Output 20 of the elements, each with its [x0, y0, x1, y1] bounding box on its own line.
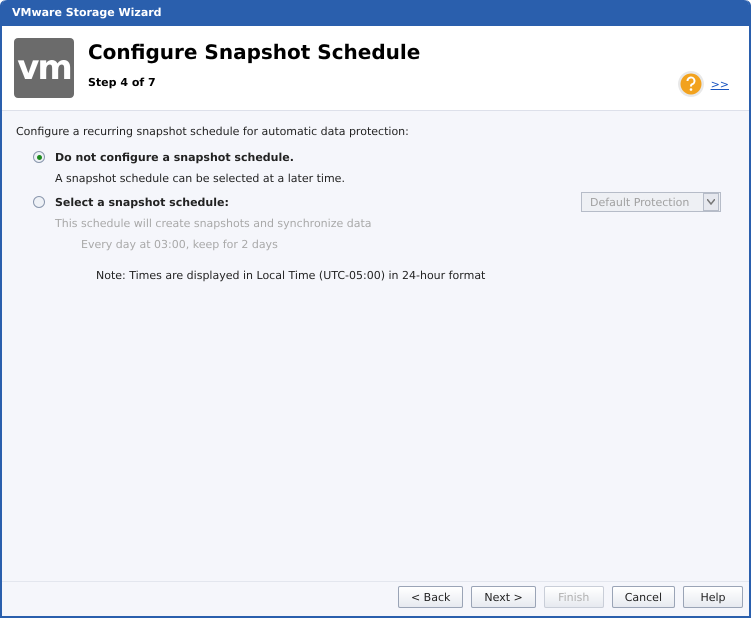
window-title: VMware Storage Wizard [2, 0, 749, 26]
wizard-button[interactable]: < Back [398, 586, 464, 608]
option-label[interactable]: Select a snapshot schedule: [55, 196, 229, 208]
radio-button[interactable] [33, 196, 45, 208]
logo: vm [14, 38, 74, 98]
note-text: Note: Times are displayed in Local Time (UTC-05:00) in 24-hour format [96, 269, 486, 282]
option-description: This schedule will create snapshots and synchronize data [55, 217, 373, 230]
help-icon[interactable] [676, 70, 705, 98]
intro-text: Configure a recurring snapshot schedule for automatic data protection: [16, 125, 410, 138]
radio-button[interactable] [33, 151, 45, 163]
wizard-button[interactable]: Next > [471, 586, 536, 608]
page-title: Configure Snapshot Schedule [88, 40, 420, 64]
more-link[interactable]: >> [710, 78, 729, 90]
option-description: A snapshot schedule can be selected at a later time. [55, 172, 346, 185]
step-label: Step 4 of 7 [88, 76, 157, 89]
schedule-detail: Every day at 03:00, keep for 2 days [81, 238, 279, 251]
option-label[interactable]: Do not configure a snapshot schedule. [55, 150, 294, 164]
wizard-button[interactable]: Help [683, 586, 743, 608]
caret-icon [707, 199, 715, 205]
wizard-button[interactable]: Cancel [612, 586, 675, 608]
